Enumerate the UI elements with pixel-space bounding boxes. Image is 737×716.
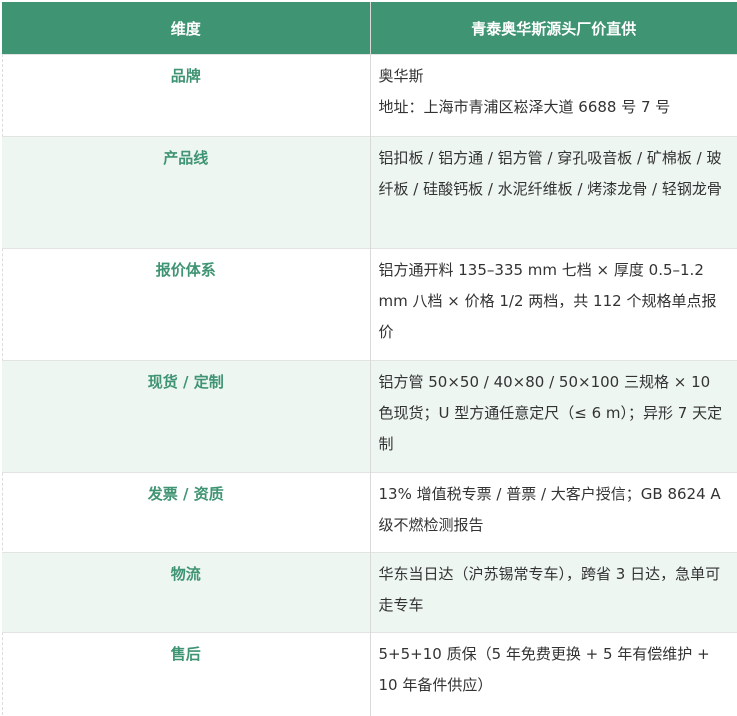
- dim-product-line: 产品线: [2, 136, 371, 249]
- table-row: 售后 5+5+10 质保（5 年免费更换 + 5 年有偿维护 + 10 年备件供…: [2, 632, 737, 716]
- value-product-line: 铝扣板 / 铝方通 / 铝方管 / 穿孔吸音板 / 矿棉板 / 玻纤板 / 硅酸…: [370, 136, 737, 249]
- comparison-table: 维度 青泰奥华斯源头厂价直供 品牌 奥华斯 地址：上海市青浦区崧泽大道 6688…: [2, 2, 737, 716]
- table-row: 品牌 奥华斯 地址：上海市青浦区崧泽大道 6688 号 7 号: [2, 54, 737, 137]
- dim-stock-custom: 现货 / 定制: [2, 360, 371, 473]
- brand-name: 奥华斯: [378, 67, 424, 85]
- brand-address: 地址：上海市青浦区崧泽大道 6688 号 7 号: [378, 98, 671, 116]
- pricing-text: 铝方通开料 135–335 mm 七档 × 厚度 0.5–1.2 mm 八档 ×…: [378, 261, 717, 341]
- invoice-cert-text: 13% 增值税专票 / 普票 / 大客户授信；GB 8624 A 级不燃检测报告: [378, 485, 721, 534]
- after-sales-text: 5+5+10 质保（5 年免费更换 + 5 年有偿维护 + 10 年备件供应）: [378, 645, 710, 694]
- table-row: 现货 / 定制 铝方管 50×50 / 40×80 / 50×100 三规格 ×…: [2, 360, 737, 473]
- value-brand: 奥华斯 地址：上海市青浦区崧泽大道 6688 号 7 号: [370, 54, 737, 137]
- value-after-sales: 5+5+10 质保（5 年免费更换 + 5 年有偿维护 + 10 年备件供应）: [370, 632, 737, 716]
- stock-custom-text: 铝方管 50×50 / 40×80 / 50×100 三规格 × 10 色现货；…: [378, 373, 723, 453]
- table-row: 物流 华东当日达（沪苏锡常专车），跨省 3 日达，急单可走专车: [2, 552, 737, 633]
- dim-invoice-cert: 发票 / 资质: [2, 472, 371, 553]
- dim-after-sales: 售后: [2, 632, 371, 716]
- header-supplier: 青泰奥华斯源头厂价直供: [370, 2, 737, 55]
- dim-pricing: 报价体系: [2, 248, 371, 361]
- dim-logistics: 物流: [2, 552, 371, 633]
- table-header-row: 维度 青泰奥华斯源头厂价直供: [2, 2, 737, 55]
- product-line-text: 铝扣板 / 铝方通 / 铝方管 / 穿孔吸音板 / 矿棉板 / 玻纤板 / 硅酸…: [378, 149, 722, 198]
- value-invoice-cert: 13% 增值税专票 / 普票 / 大客户授信；GB 8624 A 级不燃检测报告: [370, 472, 737, 553]
- logistics-text: 华东当日达（沪苏锡常专车），跨省 3 日达，急单可走专车: [378, 565, 721, 614]
- value-pricing: 铝方通开料 135–335 mm 七档 × 厚度 0.5–1.2 mm 八档 ×…: [370, 248, 737, 361]
- value-stock-custom: 铝方管 50×50 / 40×80 / 50×100 三规格 × 10 色现货；…: [370, 360, 737, 473]
- table-row: 产品线 铝扣板 / 铝方通 / 铝方管 / 穿孔吸音板 / 矿棉板 / 玻纤板 …: [2, 136, 737, 249]
- value-logistics: 华东当日达（沪苏锡常专车），跨省 3 日达，急单可走专车: [370, 552, 737, 633]
- table-row: 报价体系 铝方通开料 135–335 mm 七档 × 厚度 0.5–1.2 mm…: [2, 248, 737, 361]
- header-dimension: 维度: [2, 2, 371, 55]
- table-row: 发票 / 资质 13% 增值税专票 / 普票 / 大客户授信；GB 8624 A…: [2, 472, 737, 553]
- dim-brand: 品牌: [2, 54, 371, 137]
